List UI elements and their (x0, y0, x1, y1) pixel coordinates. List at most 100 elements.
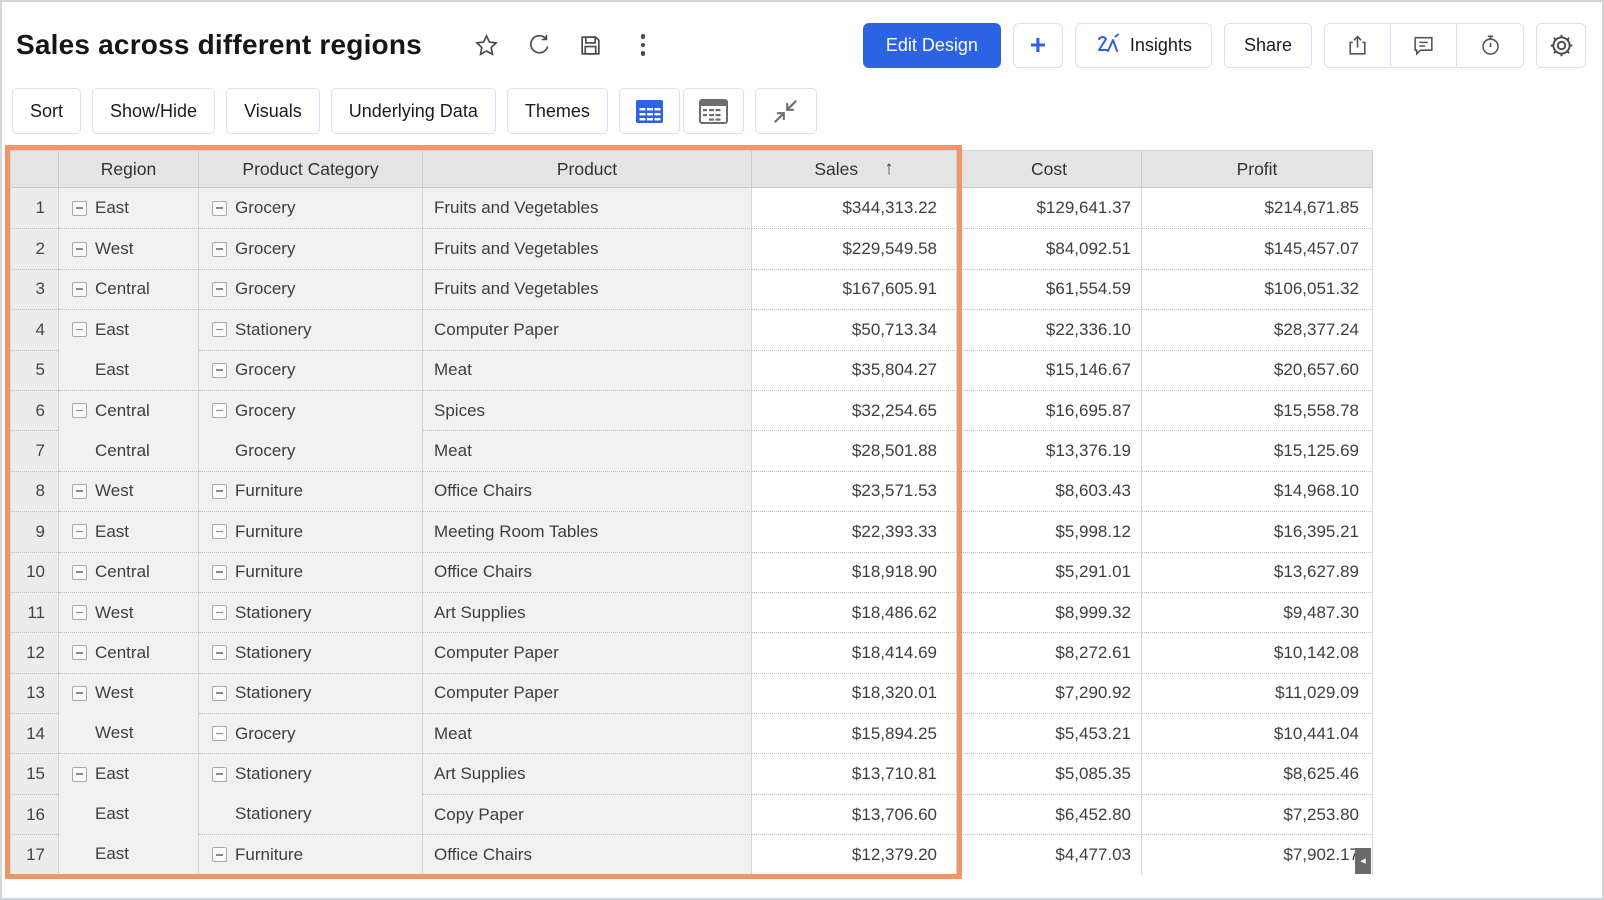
category-cell[interactable]: Stationery (199, 632, 423, 672)
region-cell[interactable]: East (59, 794, 199, 834)
region-cell[interactable]: East (59, 834, 199, 874)
product-cell[interactable]: Spices (423, 390, 752, 430)
column-header-product[interactable]: Product (423, 150, 752, 188)
product-cell[interactable]: Meat (423, 713, 752, 753)
sort-ascending-icon[interactable]: ↑ (884, 158, 894, 180)
collapse-icon[interactable] (212, 524, 227, 539)
themes-button[interactable]: Themes (507, 88, 608, 134)
cost-cell[interactable]: $16,695.87 (957, 390, 1142, 430)
column-header-cost[interactable]: Cost (957, 150, 1142, 188)
collapse-icon[interactable] (72, 322, 87, 337)
table-view-icon[interactable] (619, 88, 680, 134)
sales-cell[interactable]: $229,549.58 (752, 228, 957, 268)
collapse-icon[interactable] (212, 686, 227, 701)
show-hide-button[interactable]: Show/Hide (92, 88, 215, 134)
export-icon[interactable] (1325, 24, 1391, 67)
category-cell[interactable]: Stationery (199, 753, 423, 793)
category-cell[interactable]: Furniture (199, 471, 423, 511)
region-cell[interactable]: West (59, 228, 199, 268)
collapse-icon[interactable] (212, 282, 227, 297)
profit-cell[interactable]: $14,968.10 (1142, 471, 1373, 511)
profit-cell[interactable]: $15,125.69 (1142, 430, 1373, 470)
column-header-product-category[interactable]: Product Category (199, 150, 423, 188)
collapse-icon[interactable] (72, 645, 87, 660)
sales-cell[interactable]: $18,320.01 (752, 673, 957, 713)
category-cell[interactable]: Stationery (199, 673, 423, 713)
collapse-icon[interactable] (212, 645, 227, 660)
collapse-columns-icon[interactable] (755, 88, 817, 134)
product-cell[interactable]: Computer Paper (423, 309, 752, 349)
region-cell[interactable]: Central (59, 269, 199, 309)
cost-cell[interactable]: $4,477.03 (957, 834, 1142, 874)
collapse-icon[interactable] (72, 524, 87, 539)
sales-cell[interactable]: $13,710.81 (752, 753, 957, 793)
profit-cell[interactable]: $10,142.08 (1142, 632, 1373, 672)
collapse-icon[interactable] (72, 282, 87, 297)
profit-cell[interactable]: $11,029.09 (1142, 673, 1373, 713)
collapse-icon[interactable] (212, 484, 227, 499)
share-button[interactable]: Share (1224, 23, 1312, 68)
region-cell[interactable]: East (59, 309, 199, 349)
profit-cell[interactable]: $9,487.30 (1142, 592, 1373, 632)
collapse-icon[interactable] (72, 605, 87, 620)
cost-cell[interactable]: $84,092.51 (957, 228, 1142, 268)
cost-cell[interactable]: $5,291.01 (957, 552, 1142, 592)
category-cell[interactable]: Stationery (199, 309, 423, 349)
category-cell[interactable]: Grocery (199, 269, 423, 309)
region-cell[interactable]: West (59, 673, 199, 713)
settings-gear-icon[interactable] (1536, 23, 1586, 68)
product-cell[interactable]: Fruits and Vegetables (423, 269, 752, 309)
product-cell[interactable]: Fruits and Vegetables (423, 228, 752, 268)
alert-icon[interactable] (1457, 24, 1523, 67)
product-cell[interactable]: Office Chairs (423, 552, 752, 592)
region-cell[interactable]: Central (59, 430, 199, 470)
profit-cell[interactable]: $214,671.85 (1142, 188, 1373, 228)
cost-cell[interactable]: $22,336.10 (957, 309, 1142, 349)
category-cell[interactable]: Grocery (199, 390, 423, 430)
collapse-icon[interactable] (212, 322, 227, 337)
cost-cell[interactable]: $7,290.92 (957, 673, 1142, 713)
sales-cell[interactable]: $344,313.22 (752, 188, 957, 228)
column-header-sales[interactable]: Sales ↑ (752, 150, 957, 188)
profit-cell[interactable]: $8,625.46 (1142, 753, 1373, 793)
comment-icon[interactable] (1391, 24, 1457, 67)
sales-cell[interactable]: $22,393.33 (752, 511, 957, 551)
edit-design-button[interactable]: Edit Design (863, 23, 1001, 68)
product-cell[interactable]: Copy Paper (423, 794, 752, 834)
product-cell[interactable]: Art Supplies (423, 753, 752, 793)
profit-cell[interactable]: $145,457.07 (1142, 228, 1373, 268)
collapse-icon[interactable] (212, 605, 227, 620)
more-options-icon[interactable] (630, 32, 656, 58)
region-cell[interactable]: East (59, 350, 199, 390)
category-cell[interactable]: Stationery (199, 592, 423, 632)
collapse-icon[interactable] (72, 403, 87, 418)
profit-cell[interactable]: $10,441.04 (1142, 713, 1373, 753)
product-cell[interactable]: Computer Paper (423, 632, 752, 672)
profit-cell[interactable]: $106,051.32 (1142, 269, 1373, 309)
cost-cell[interactable]: $6,452.80 (957, 794, 1142, 834)
product-cell[interactable]: Office Chairs (423, 834, 752, 874)
cost-cell[interactable]: $5,998.12 (957, 511, 1142, 551)
pivot-view-icon[interactable] (683, 88, 744, 134)
cost-cell[interactable]: $5,453.21 (957, 713, 1142, 753)
refresh-icon[interactable] (526, 32, 552, 58)
sales-cell[interactable]: $18,918.90 (752, 552, 957, 592)
scroll-left-arrow-icon[interactable]: ◂ (1355, 848, 1371, 874)
region-cell[interactable]: East (59, 188, 199, 228)
sales-cell[interactable]: $35,804.27 (752, 350, 957, 390)
sales-cell[interactable]: $28,501.88 (752, 430, 957, 470)
region-cell[interactable]: West (59, 471, 199, 511)
collapse-icon[interactable] (212, 847, 227, 862)
collapse-icon[interactable] (212, 363, 227, 378)
add-button[interactable]: + (1013, 23, 1063, 68)
category-cell[interactable]: Grocery (199, 188, 423, 228)
collapse-icon[interactable] (72, 484, 87, 499)
sales-cell[interactable]: $12,379.20 (752, 834, 957, 874)
category-cell[interactable]: Stationery (199, 794, 423, 834)
collapse-icon[interactable] (72, 242, 87, 257)
collapse-icon[interactable] (72, 767, 87, 782)
product-cell[interactable]: Art Supplies (423, 592, 752, 632)
column-header-profit[interactable]: Profit (1142, 150, 1373, 188)
product-cell[interactable]: Meeting Room Tables (423, 511, 752, 551)
sales-cell[interactable]: $23,571.53 (752, 471, 957, 511)
